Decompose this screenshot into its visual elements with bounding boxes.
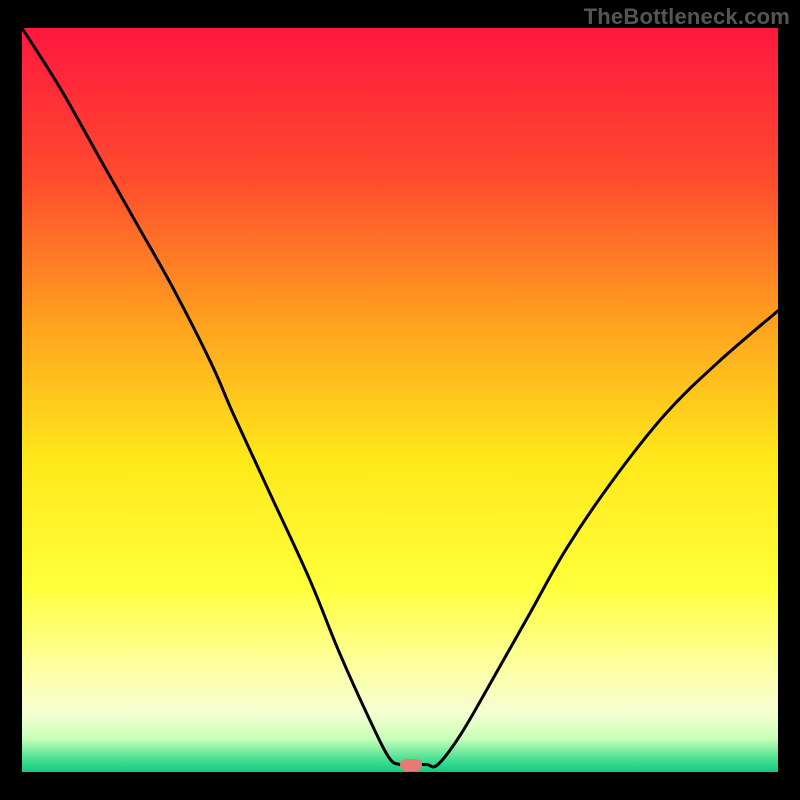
watermark-text: TheBottleneck.com: [584, 4, 790, 30]
chart-plot-area: [22, 28, 778, 772]
gradient-background: [22, 28, 778, 772]
chart-svg: [22, 28, 778, 772]
chart-frame: TheBottleneck.com: [0, 0, 800, 800]
optimal-point-marker: [400, 759, 422, 771]
